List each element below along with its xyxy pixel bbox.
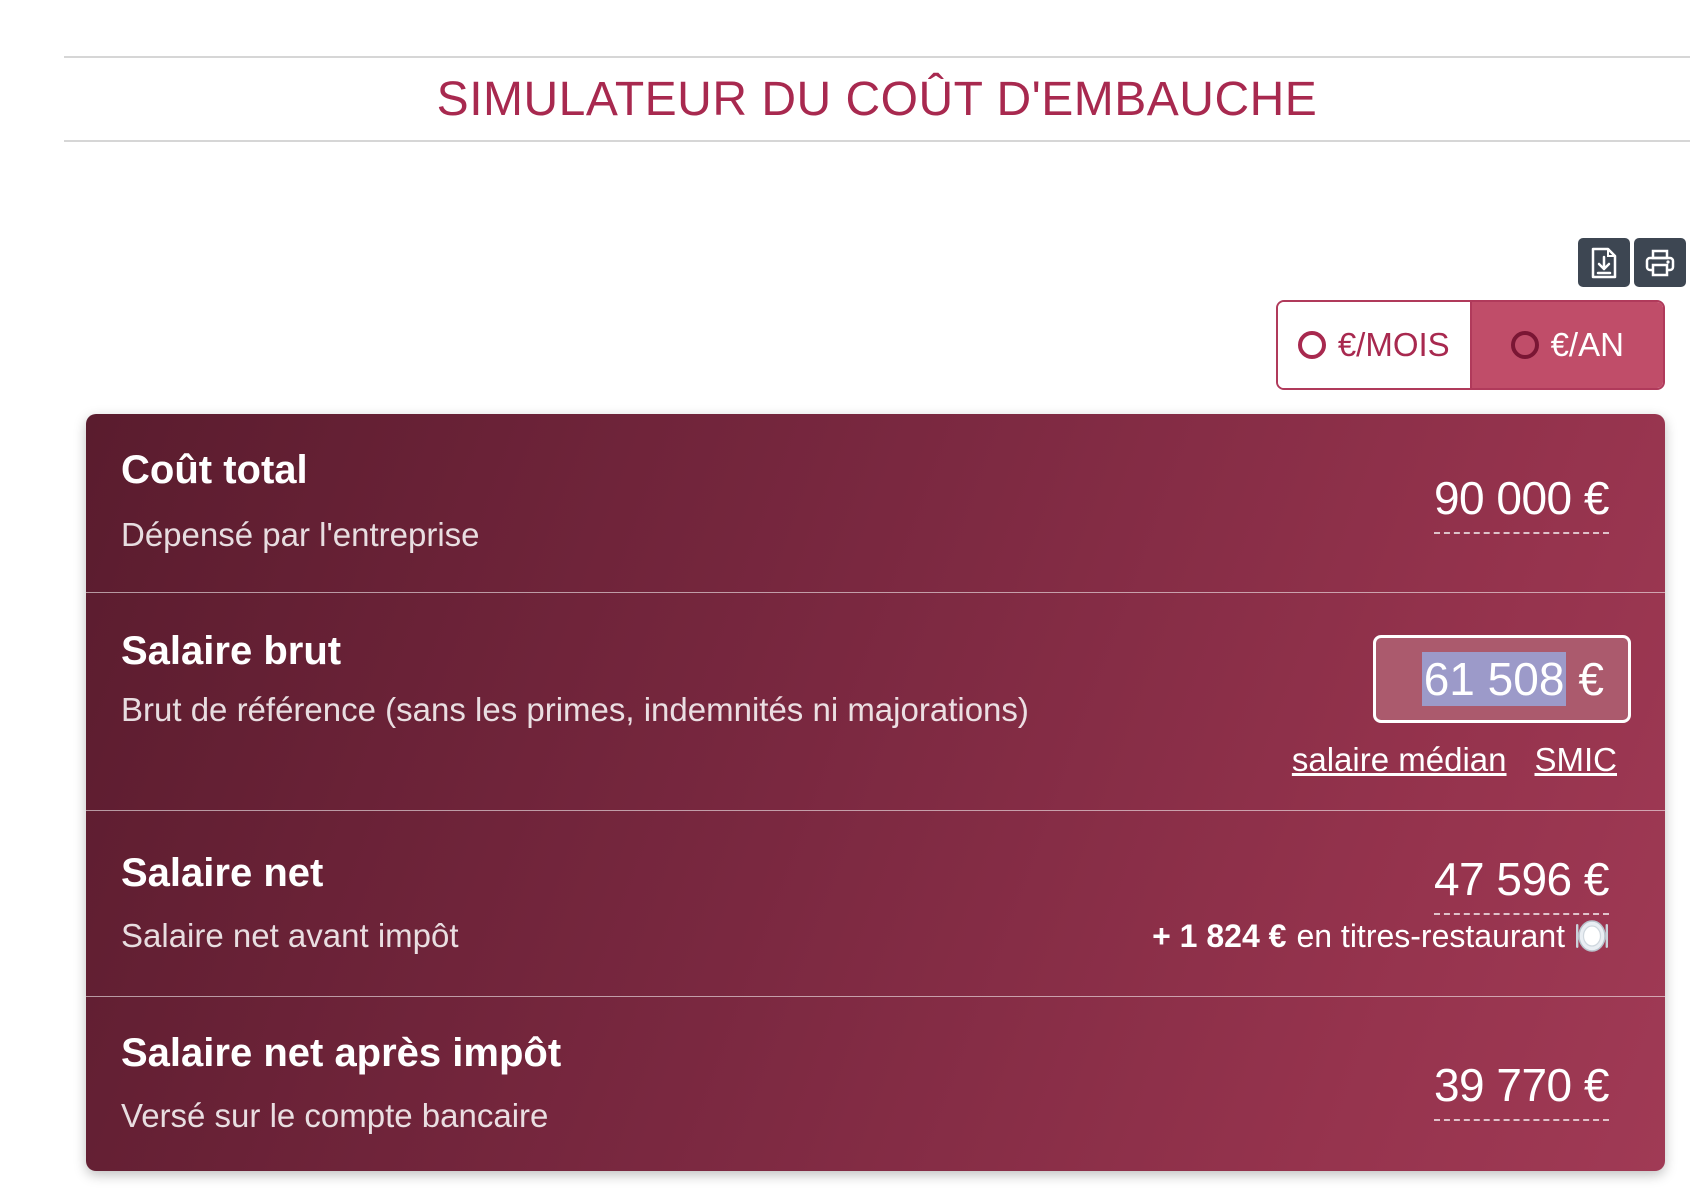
gross-salary-value: 61 508	[1421, 652, 1567, 706]
gross-salary-quick-links: salaire médian SMIC	[1292, 741, 1617, 779]
median-salary-link[interactable]: salaire médian	[1292, 741, 1507, 779]
row-net-after-tax: Salaire net après impôt Versé sur le com…	[86, 996, 1665, 1171]
total-cost-amount[interactable]: 90 000 €	[1433, 470, 1610, 534]
print-button[interactable]	[1634, 238, 1686, 287]
net-after-tax-subtitle: Versé sur le compte bancaire	[121, 1097, 549, 1134]
printer-icon	[1645, 249, 1675, 276]
total-cost-subtitle: Dépensé par l'entreprise	[121, 516, 480, 553]
row-total-cost: Coût total Dépensé par l'entreprise 90 0…	[86, 414, 1665, 592]
row-gross-salary: Salaire brut Brut de référence (sans les…	[86, 592, 1665, 810]
file-download-icon	[1591, 247, 1617, 278]
net-salary-amount[interactable]: 47 596 €	[1433, 851, 1610, 915]
download-button[interactable]	[1578, 238, 1630, 287]
net-salary-subtitle: Salaire net avant impôt	[121, 917, 459, 954]
plate-icon	[1576, 920, 1608, 952]
row-net-salary: Salaire net Salaire net avant impôt 47 5…	[86, 810, 1665, 996]
gross-salary-subtitle: Brut de référence (sans les primes, inde…	[121, 691, 1029, 728]
meal-vouchers: + 1 824 € en titres-restaurant	[1152, 915, 1609, 957]
radio-month-icon	[1297, 331, 1326, 359]
radio-year-icon	[1510, 331, 1539, 359]
page-title: SIMULATEUR DU COÛT D'EMBAUCHE	[436, 73, 1318, 126]
gross-salary-input[interactable]: 61 508 €	[1373, 635, 1631, 723]
period-option-month[interactable]: €/MOIS	[1278, 302, 1470, 388]
net-after-tax-title: Salaire net après impôt	[121, 1031, 562, 1075]
net-after-tax-amount[interactable]: 39 770 €	[1433, 1057, 1610, 1121]
period-year-label: €/AN	[1550, 326, 1624, 363]
period-toggle: €/MOIS €/AN	[1276, 300, 1665, 390]
net-salary-title: Salaire net	[121, 851, 324, 895]
period-month-label: €/MOIS	[1337, 326, 1450, 363]
gross-salary-title: Salaire brut	[121, 629, 342, 673]
gross-salary-currency: €	[1578, 653, 1604, 705]
meal-vouchers-label: en titres-restaurant	[1296, 918, 1565, 954]
total-cost-title: Coût total	[121, 448, 308, 492]
smic-link[interactable]: SMIC	[1535, 741, 1618, 779]
title-bottom-divider	[64, 140, 1690, 142]
title-top-divider	[64, 56, 1690, 58]
period-option-year[interactable]: €/AN	[1469, 302, 1663, 388]
results-card: Coût total Dépensé par l'entreprise 90 0…	[86, 414, 1665, 1171]
meal-vouchers-amount: + 1 824 €	[1152, 918, 1287, 954]
